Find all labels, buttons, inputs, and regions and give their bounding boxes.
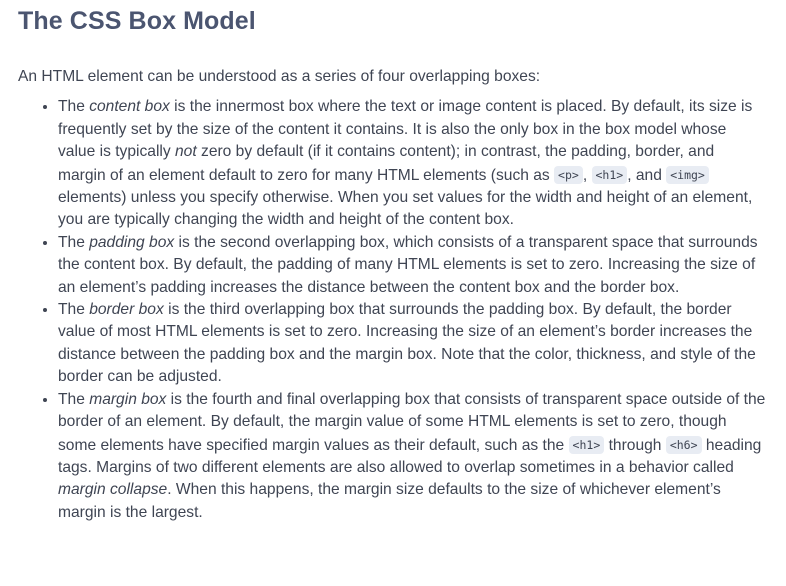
- list-item-border-box: The border box is the third overlapping …: [58, 299, 766, 389]
- item-text: The: [58, 301, 90, 319]
- list-item-padding-box: The padding box is the second overlappin…: [58, 232, 766, 299]
- item-text: through: [604, 436, 666, 454]
- intro-paragraph: An HTML element can be understood as a s…: [18, 68, 541, 85]
- item-text: The: [58, 98, 90, 116]
- code-h6-tag: <h6>: [665, 435, 702, 454]
- item-text: , and: [627, 166, 667, 184]
- term-margin-collapse: margin collapse: [58, 481, 168, 499]
- code-h1-tag: <h1>: [568, 435, 605, 454]
- code-img-tag: <img>: [666, 165, 709, 184]
- article: The CSS Box Model An HTML element can be…: [0, 0, 786, 586]
- list-item-content-box: The content box is the innermost box whe…: [58, 96, 766, 231]
- item-text: The: [58, 233, 90, 251]
- code-p-tag: <p>: [554, 165, 583, 184]
- term-margin-box: margin box: [89, 390, 167, 408]
- list-item-margin-box: The margin box is the fourth and final o…: [58, 389, 766, 524]
- item-text: ,: [582, 166, 592, 184]
- term-content-box: content box: [89, 98, 170, 116]
- emphasis-not: not: [175, 143, 197, 161]
- term-border-box: border box: [89, 301, 164, 319]
- code-h1-tag: <h1>: [591, 165, 628, 184]
- term-padding-box: padding box: [89, 233, 175, 251]
- item-text: elements) unless you specify otherwise. …: [58, 189, 753, 229]
- box-list: The content box is the innermost box whe…: [18, 96, 766, 524]
- page-title: The CSS Box Model: [18, 7, 256, 35]
- item-text: The: [58, 390, 90, 408]
